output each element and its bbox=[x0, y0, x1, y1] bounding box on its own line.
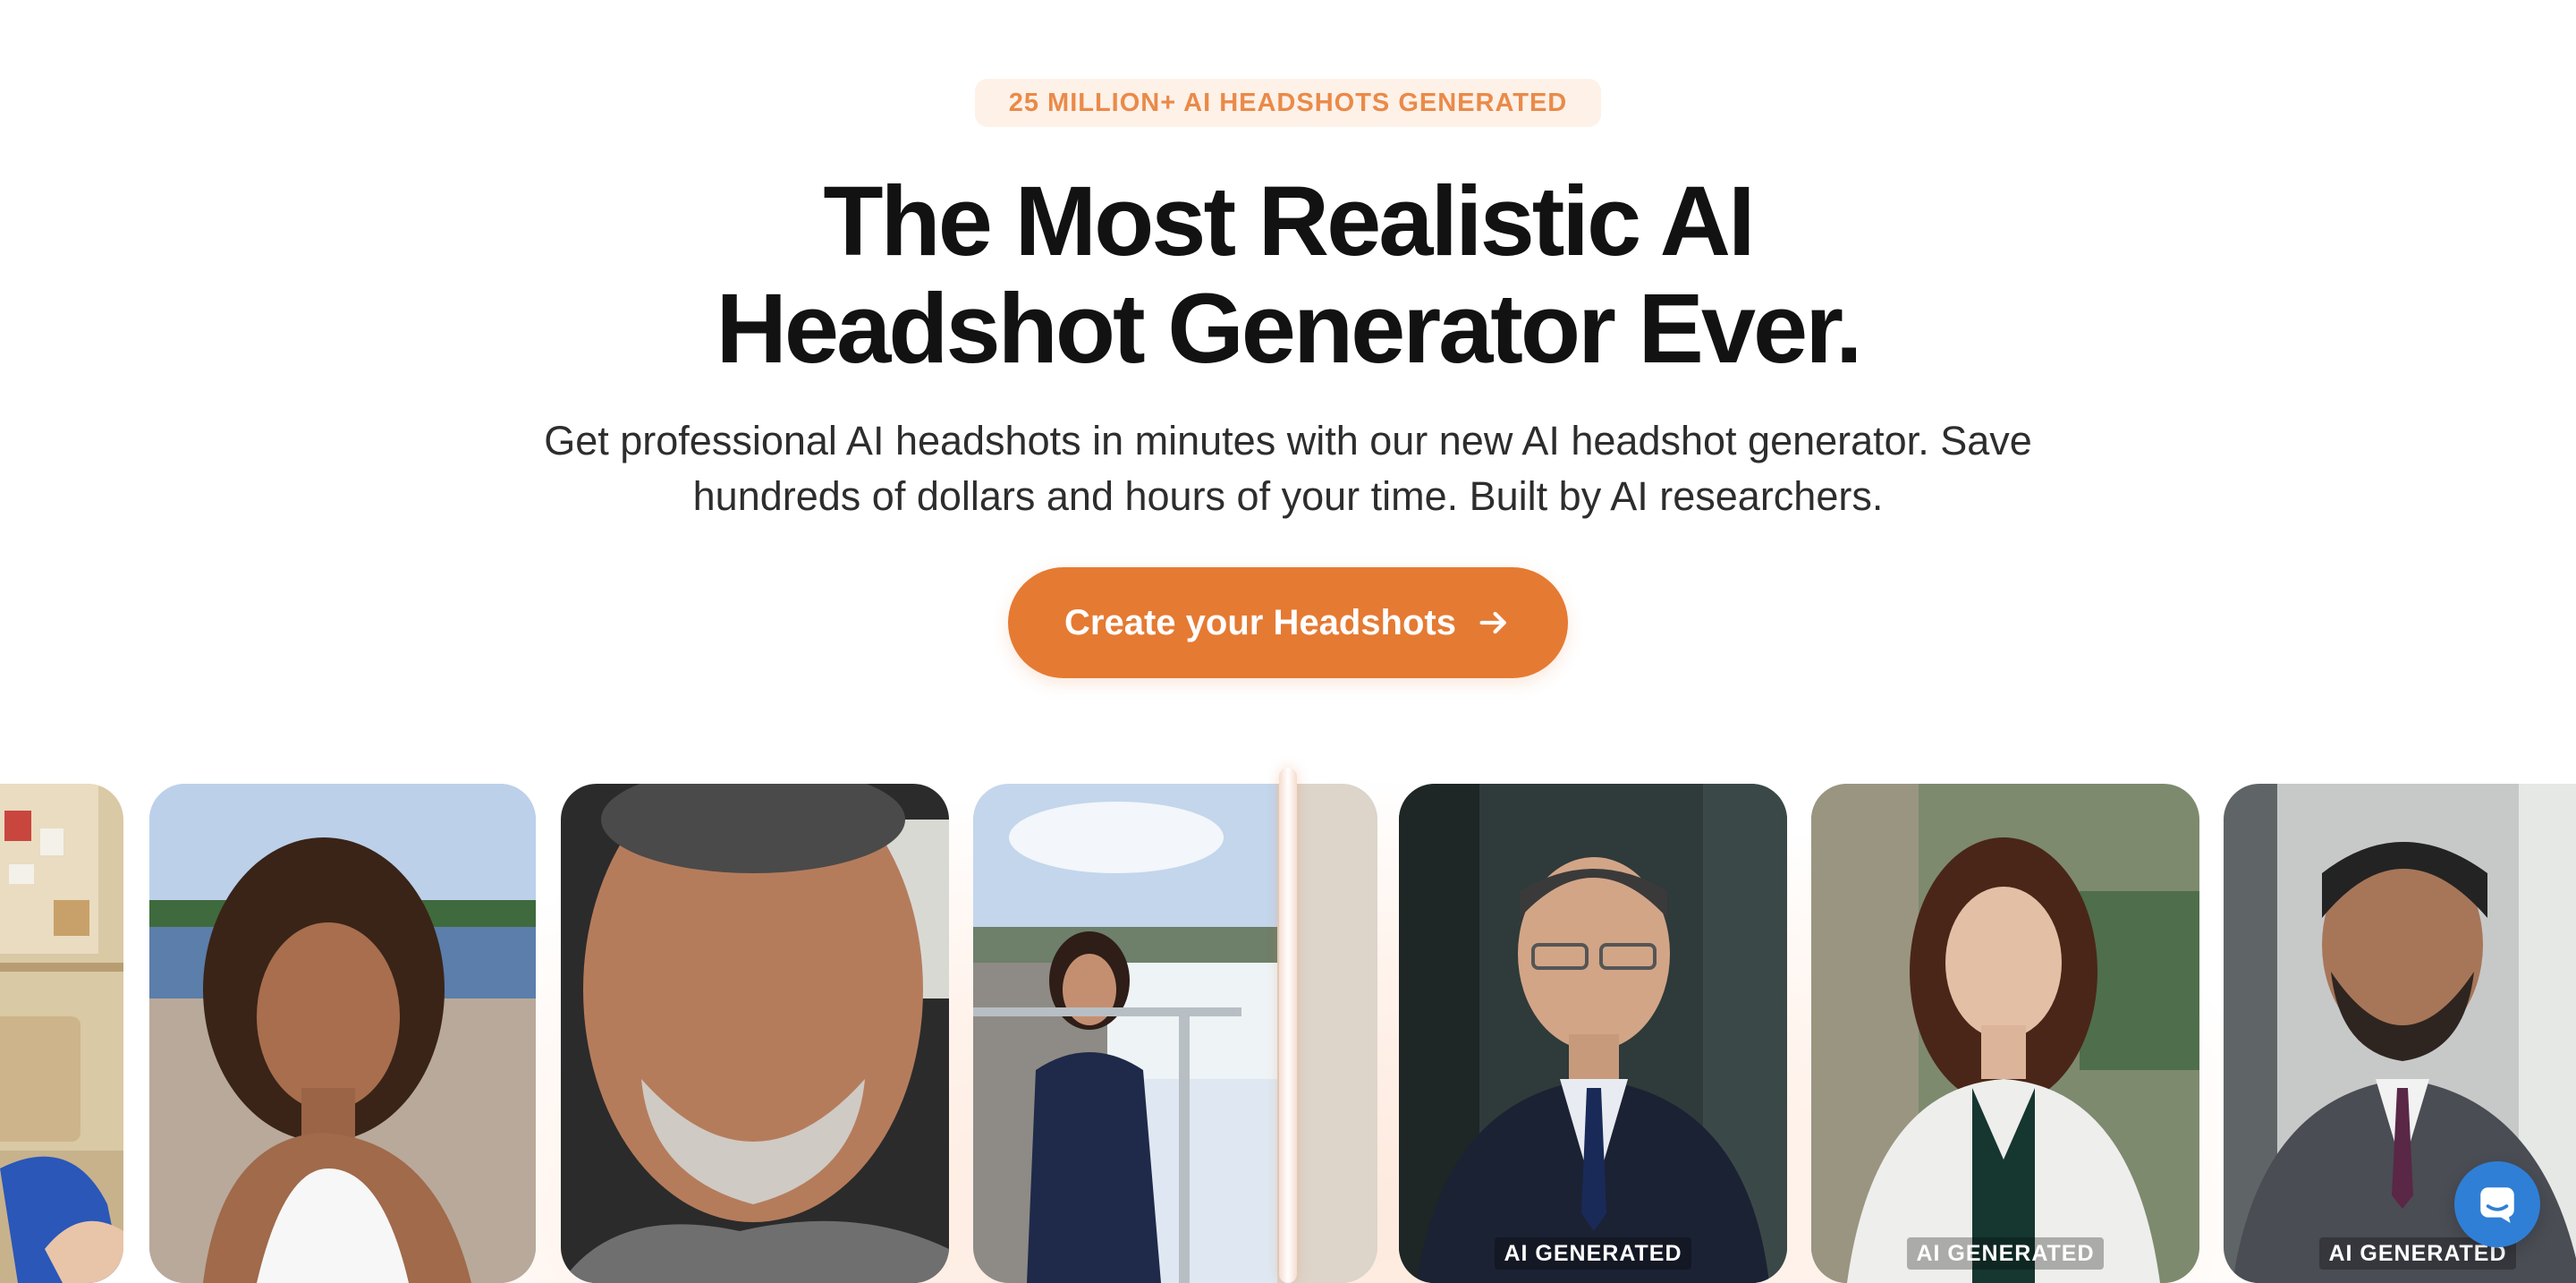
hero-subtitle: Get professional AI headshots in minutes… bbox=[483, 413, 2093, 524]
arrow-right-icon bbox=[1479, 611, 1506, 634]
hero-title-line-2: Headshot Generator Ever. bbox=[716, 274, 1862, 384]
before-photo-woman-waterfall bbox=[973, 784, 1377, 1283]
chat-widget-icon bbox=[2480, 1187, 2514, 1223]
hero-subtitle-line-2: hundreds of dollars and hours of your ti… bbox=[692, 473, 1884, 519]
hero-subtitle-line-1: Get professional AI headshots in minutes… bbox=[544, 418, 2032, 463]
chat-widget-button[interactable] bbox=[2454, 1161, 2540, 1247]
create-headshots-button[interactable]: Create your Headshots bbox=[1008, 567, 1568, 678]
before-photo-office bbox=[0, 784, 123, 1283]
landing-page: 25 MILLION+ AI HEADSHOTS GENERATED The M… bbox=[0, 0, 2576, 1283]
before-after-slider-handle[interactable] bbox=[1279, 768, 1297, 1283]
before-photo-man-car bbox=[561, 784, 949, 1283]
ai-generated-label: AI GENERATED bbox=[1495, 1237, 1691, 1270]
hero-title: The Most Realistic AI Headshot Generator… bbox=[0, 168, 2576, 383]
hero-title-line-1: The Most Realistic AI bbox=[823, 166, 1755, 276]
create-headshots-label: Create your Headshots bbox=[1064, 602, 1456, 642]
stats-badge-text: 25 MILLION+ AI HEADSHOTS GENERATED bbox=[1008, 88, 1568, 117]
before-photo-woman-lake bbox=[149, 784, 536, 1283]
stats-badge: 25 MILLION+ AI HEADSHOTS GENERATED bbox=[975, 79, 1601, 127]
ai-generated-label: AI GENERATED bbox=[1907, 1237, 2104, 1270]
ai-photo-woman-blazer: AI GENERATED bbox=[1811, 784, 2199, 1283]
ai-photo-man-glasses: AI GENERATED bbox=[1399, 784, 1787, 1283]
